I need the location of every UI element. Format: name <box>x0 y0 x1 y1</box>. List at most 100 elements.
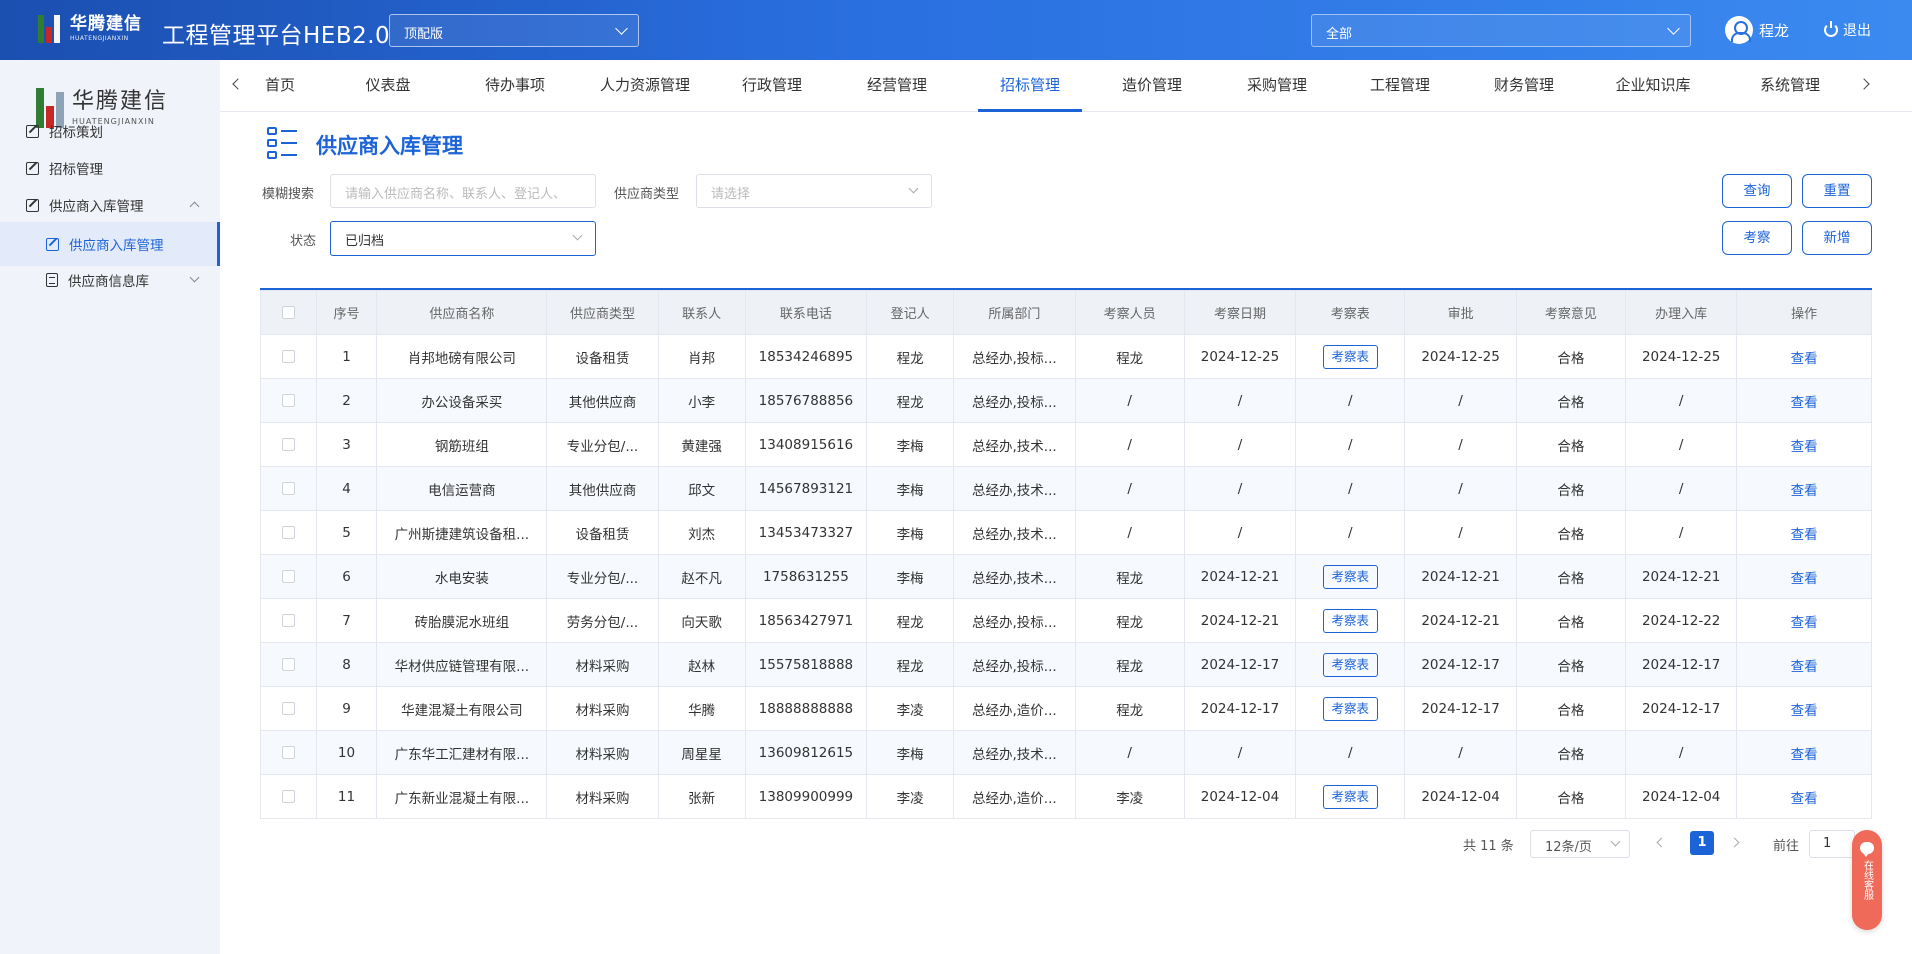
row-checkbox[interactable] <box>281 614 295 627</box>
tab-admin[interactable]: 行政管理 <box>722 60 822 112</box>
row-select-cell[interactable] <box>260 334 317 379</box>
select-all-checkbox[interactable] <box>281 306 295 319</box>
view-link[interactable]: 查看 <box>1791 615 1818 631</box>
view-link[interactable]: 查看 <box>1791 527 1818 543</box>
row-select-cell[interactable] <box>260 554 317 599</box>
row-select-cell[interactable] <box>260 686 317 731</box>
table-row: 1 肖邦地磅有限公司 设备租赁 肖邦 18534246895 程龙 总经办,投标... 程龙 2… <box>260 334 1872 379</box>
tab-knowledge[interactable]: 企业知识库 <box>1598 60 1708 112</box>
row-select-cell[interactable] <box>260 510 317 555</box>
row-select-cell[interactable] <box>260 642 317 687</box>
tab-todo[interactable]: 待办事项 <box>460 60 570 112</box>
row-checkbox[interactable] <box>281 394 295 407</box>
cell-type: 专业分包/... <box>546 422 659 467</box>
sidebar-item-label: 供应商入库管理 <box>49 199 144 215</box>
row-select-cell[interactable] <box>260 774 317 819</box>
row-checkbox[interactable] <box>281 570 295 583</box>
next-page-icon[interactable] <box>1729 837 1740 848</box>
header-logo[interactable]: 华腾建信 HUATENGJIANXIN <box>36 11 152 47</box>
inspect-sheet-button[interactable]: 考察表 <box>1322 652 1379 677</box>
view-link[interactable]: 查看 <box>1791 571 1818 587</box>
page-size-select[interactable]: 12条/页 <box>1530 830 1630 858</box>
prev-page-icon[interactable] <box>1656 837 1667 848</box>
tabs-scroll-left-icon[interactable] <box>232 78 244 90</box>
cell-registrar: 李凌 <box>866 686 955 731</box>
header-logo-cn: 华腾建信 <box>70 14 142 34</box>
goto-page-input[interactable]: 1 <box>1809 830 1855 858</box>
row-checkbox[interactable] <box>281 438 295 451</box>
cell-type: 其他供应商 <box>546 378 659 423</box>
tab-cost[interactable]: 造价管理 <box>1100 60 1204 112</box>
tab-finance[interactable]: 财务管理 <box>1472 60 1576 112</box>
edition-select[interactable]: 顶配版 <box>389 14 639 47</box>
row-checkbox[interactable] <box>281 746 295 759</box>
tab-system[interactable]: 系统管理 <box>1738 60 1842 112</box>
scope-select-value: 全部 <box>1326 27 1353 42</box>
select-all-cell[interactable] <box>260 290 317 335</box>
cell-storage: 2024-12-25 <box>1625 334 1738 379</box>
tab-dashboard[interactable]: 仪表盘 <box>348 60 428 112</box>
view-link[interactable]: 查看 <box>1791 791 1818 807</box>
tabs-scroll-right-icon[interactable] <box>1858 78 1870 90</box>
inspect-sheet-button[interactable]: 考察表 <box>1322 696 1379 721</box>
view-link[interactable]: 查看 <box>1791 351 1818 367</box>
module-tabs: 首页 仪表盘 待办事项 人力资源管理 行政管理 经营管理 招标管理 造价管理 采… <box>220 60 1912 112</box>
scope-select[interactable]: 全部 <box>1311 14 1691 47</box>
user-menu[interactable]: 程龙 <box>1725 16 1789 44</box>
view-link[interactable]: 查看 <box>1791 483 1818 499</box>
inspect-button[interactable]: 考察 <box>1722 221 1792 255</box>
cell-contact: 黄建强 <box>657 422 746 467</box>
row-checkbox[interactable] <box>281 702 295 715</box>
cell-approval: 2024-12-17 <box>1404 686 1517 731</box>
cell-approval: / <box>1404 466 1517 511</box>
row-select-cell[interactable] <box>260 422 317 467</box>
row-checkbox[interactable] <box>281 482 295 495</box>
row-checkbox[interactable] <box>281 350 295 363</box>
view-link[interactable]: 查看 <box>1791 703 1818 719</box>
status-select[interactable]: 已归档 <box>330 221 596 256</box>
actions-cell: 查看 <box>1736 334 1872 379</box>
tab-procurement[interactable]: 采购管理 <box>1225 60 1329 112</box>
actions-cell: 查看 <box>1736 510 1872 555</box>
cell-type: 设备租赁 <box>546 334 659 379</box>
tab-hr[interactable]: 人力资源管理 <box>584 60 706 112</box>
tab-home[interactable]: 首页 <box>250 60 310 112</box>
supplier-type-select[interactable]: 请选择 <box>696 174 932 208</box>
current-page-button[interactable]: 1 <box>1690 831 1714 855</box>
row-checkbox[interactable] <box>281 790 295 803</box>
row-select-cell[interactable] <box>260 730 317 775</box>
cell-name: 钢筋班组 <box>376 422 548 467</box>
row-select-cell[interactable] <box>260 598 317 643</box>
row-checkbox[interactable] <box>281 658 295 671</box>
inspect-sheet-button[interactable]: 考察表 <box>1322 608 1379 633</box>
online-service-button[interactable]: 在线客服 <box>1852 830 1882 930</box>
row-checkbox[interactable] <box>281 526 295 539</box>
reset-button[interactable]: 重置 <box>1802 174 1872 208</box>
search-input[interactable]: 请输入供应商名称、联系人、登记人、 <box>330 174 596 208</box>
sidebar-group-supplier-database[interactable]: 供应商信息库 <box>0 258 220 302</box>
inspect-sheet-button[interactable]: 考察表 <box>1322 784 1379 809</box>
chat-bubble-icon <box>1860 842 1874 857</box>
view-link[interactable]: 查看 <box>1791 659 1818 675</box>
tab-bidding[interactable]: 招标管理 <box>978 60 1082 112</box>
cell-phone: 1758631255 <box>744 554 868 599</box>
row-select-cell[interactable] <box>260 466 317 511</box>
cell-opinion: 合格 <box>1515 598 1627 643</box>
view-link[interactable]: 查看 <box>1791 439 1818 455</box>
view-link[interactable]: 查看 <box>1791 395 1818 411</box>
cell-inspect-date: 2024-12-21 <box>1183 598 1297 643</box>
tab-engineering[interactable]: 工程管理 <box>1348 60 1452 112</box>
chevron-down-icon <box>1667 22 1680 35</box>
table-row: 5 广州斯捷建筑设备租... 设备租赁 刘杰 13453473327 李梅 总经办,技术..… <box>260 510 1872 555</box>
tab-business[interactable]: 经营管理 <box>845 60 949 112</box>
cell-contact: 张新 <box>657 774 746 819</box>
logout-button[interactable]: 退出 <box>1824 20 1871 40</box>
cell-inspect-date: / <box>1183 378 1297 423</box>
row-select-cell[interactable] <box>260 378 317 423</box>
add-button[interactable]: 新增 <box>1802 221 1872 255</box>
inspect-sheet-button[interactable]: 考察表 <box>1322 564 1379 589</box>
view-link[interactable]: 查看 <box>1791 747 1818 763</box>
query-button[interactable]: 查询 <box>1722 174 1792 208</box>
inspect-sheet-button[interactable]: 考察表 <box>1322 344 1379 369</box>
sidebar-group-supplier-storage[interactable]: 供应商入库管理 <box>0 183 220 227</box>
